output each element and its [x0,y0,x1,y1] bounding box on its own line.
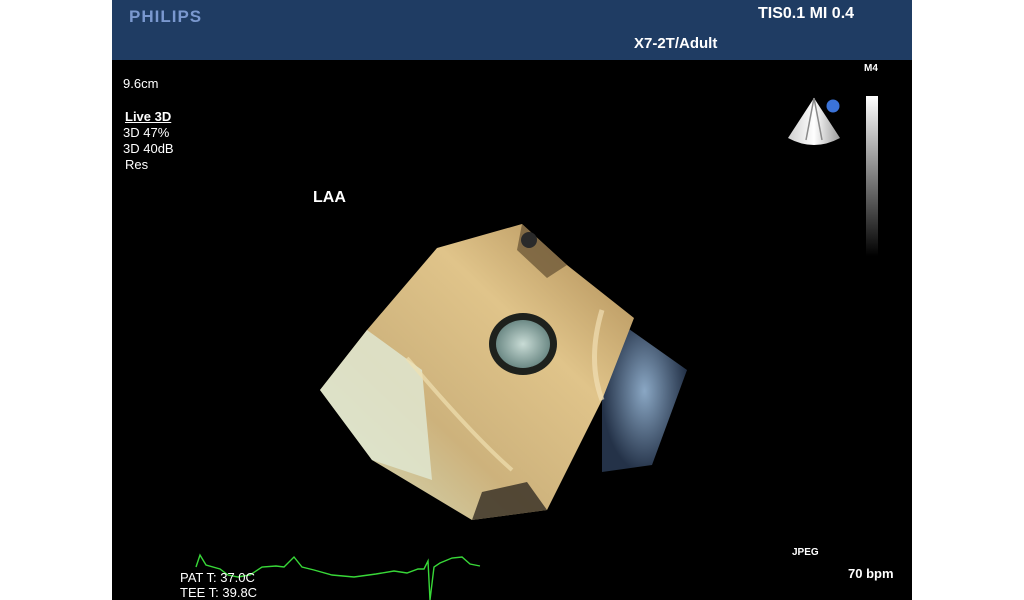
depth-readout: 9.6cm [123,76,159,91]
compression-readout: 3D 40dB [123,141,174,156]
ultrasound-screen: PHILIPS TIS0.1 MI 0.4 X7-2T/Adult 9.6cm … [112,0,912,600]
heart-rate-readout: 70 bpm [848,566,894,581]
probe-preset: X7-2T/Adult [634,35,718,52]
gain-readout: 3D 47% [123,125,170,140]
tis-mi-readout: TIS0.1 MI 0.4 [758,5,855,22]
header-bar: PHILIPS TIS0.1 MI 0.4 X7-2T/Adult [112,0,912,60]
orientation-cone-icon [788,97,840,145]
tee-temperature: TEE T: 39.8C [180,585,258,600]
3d-volume-render [320,224,687,520]
laa-annotation: LAA [313,189,346,206]
philips-logo: PHILIPS [129,7,203,26]
map-label: M4 [864,63,878,74]
format-label: JPEG [792,547,819,558]
grayscale-bar-icon [866,96,878,256]
patient-temperature: PAT T: 37.0C [180,570,255,585]
res-label: Res [125,157,149,172]
mode-label: Live 3D [125,109,172,124]
